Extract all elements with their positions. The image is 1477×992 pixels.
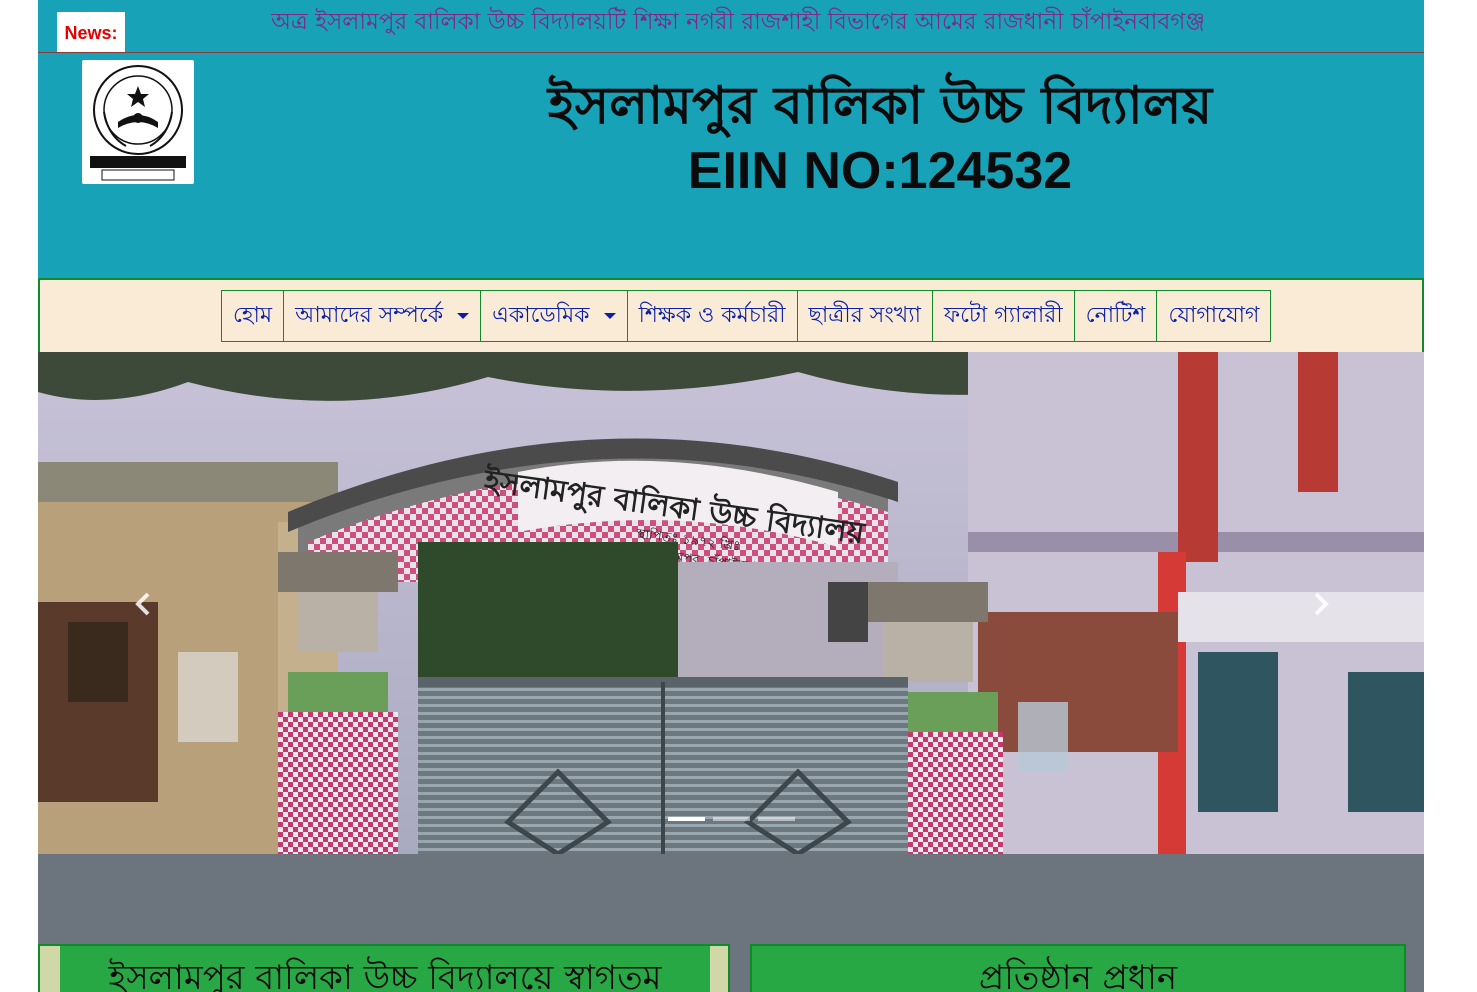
nav-student-count[interactable]: ছাত্রীর সংখ্যা bbox=[796, 290, 934, 342]
nav-photo-gallery[interactable]: ফটো গ্যালারী bbox=[932, 290, 1075, 342]
nav-about-dropdown[interactable]: আমাদের সম্পর্কে bbox=[283, 290, 482, 342]
caret-down-icon bbox=[457, 313, 470, 319]
school-seal-logo-icon bbox=[90, 65, 186, 181]
school-logo[interactable] bbox=[82, 60, 194, 184]
nav-academic-label: একাডেমিক bbox=[492, 302, 590, 328]
nav-notice-label: নোটিশ bbox=[1085, 302, 1146, 328]
nav-student-label: ছাত্রীর সংখ্যা bbox=[808, 302, 922, 328]
news-ticker[interactable]: অত্র ইসলামপুর বালিকা উচ্চ বিদ্যালয়টি শি… bbox=[271, 6, 1211, 38]
chevron-left-icon bbox=[135, 592, 150, 616]
welcome-title: ইসলামপুর বালিকা উচ্চ বিদ্যালয়ে স্বাগতম bbox=[108, 958, 662, 992]
carousel-slide-image: ইসলামপুর বালিকা উচ্চ বিদ্যালয় স্থাপিতঃ … bbox=[38, 352, 1424, 854]
nav-notice[interactable]: নোটিশ bbox=[1073, 290, 1158, 342]
chevron-right-icon bbox=[1314, 592, 1329, 616]
carousel-indicator-1[interactable] bbox=[668, 817, 705, 821]
nav-gallery-label: ফটো গ্যালারী bbox=[944, 302, 1063, 328]
nav-home[interactable]: হোম bbox=[221, 290, 285, 342]
nav-academic-dropdown[interactable]: একাডেমিক bbox=[480, 290, 628, 342]
carousel-indicators bbox=[668, 817, 803, 821]
carousel-indicator-2[interactable] bbox=[713, 817, 750, 821]
nav-menu: হোম আমাদের সম্পর্কে একাডেমিক শিক্ষক ও কর… bbox=[221, 290, 1272, 342]
welcome-header: ইসলামপুর বালিকা উচ্চ বিদ্যালয়ে স্বাগতম bbox=[60, 946, 710, 992]
institution-head-section: প্রতিষ্ঠান প্রধান bbox=[750, 944, 1406, 992]
nav-about-label: আমাদের সম্পর্কে bbox=[295, 302, 444, 328]
site-header: ইসলামপুর বালিকা উচ্চ বিদ্যালয় EIIN NO:1… bbox=[38, 53, 1424, 278]
carousel-next-button[interactable] bbox=[1306, 584, 1336, 624]
news-bar: News: অত্র ইসলামপুর বালিকা উচ্চ বিদ্যালয… bbox=[38, 0, 1424, 53]
page: News: অত্র ইসলামপুর বালিকা উচ্চ বিদ্যালয… bbox=[38, 0, 1424, 992]
nav-teachers-staff[interactable]: শিক্ষক ও কর্মচারী bbox=[626, 290, 798, 342]
welcome-section: ইসলামপুর বালিকা উচ্চ বিদ্যালয়ে স্বাগতম bbox=[38, 944, 730, 992]
nav-contact[interactable]: যোগাযোগ bbox=[1156, 290, 1272, 342]
nav-home-label: হোম bbox=[233, 302, 273, 328]
carousel-prev-button[interactable] bbox=[128, 584, 158, 624]
main-navbar: হোম আমাদের সম্পর্কে একাডেমিক শিক্ষক ও কর… bbox=[38, 278, 1424, 354]
institution-head-title: প্রতিষ্ঠান প্রধান bbox=[978, 958, 1178, 992]
news-label: News: bbox=[57, 12, 125, 52]
nav-teachers-label: শিক্ষক ও কর্মচারী bbox=[638, 302, 786, 328]
image-carousel: ইসলামপুর বালিকা উচ্চ বিদ্যালয় স্থাপিতঃ … bbox=[38, 352, 1424, 854]
eiin-number: EIIN NO:124532 bbox=[687, 142, 1073, 200]
carousel-indicator-3[interactable] bbox=[758, 817, 795, 821]
nav-contact-label: যোগাযোগ bbox=[1168, 302, 1260, 328]
caret-down-icon bbox=[603, 313, 616, 319]
school-title: ইসলামপুর বালিকা উচ্চ বিদ্যালয় bbox=[547, 76, 1213, 136]
